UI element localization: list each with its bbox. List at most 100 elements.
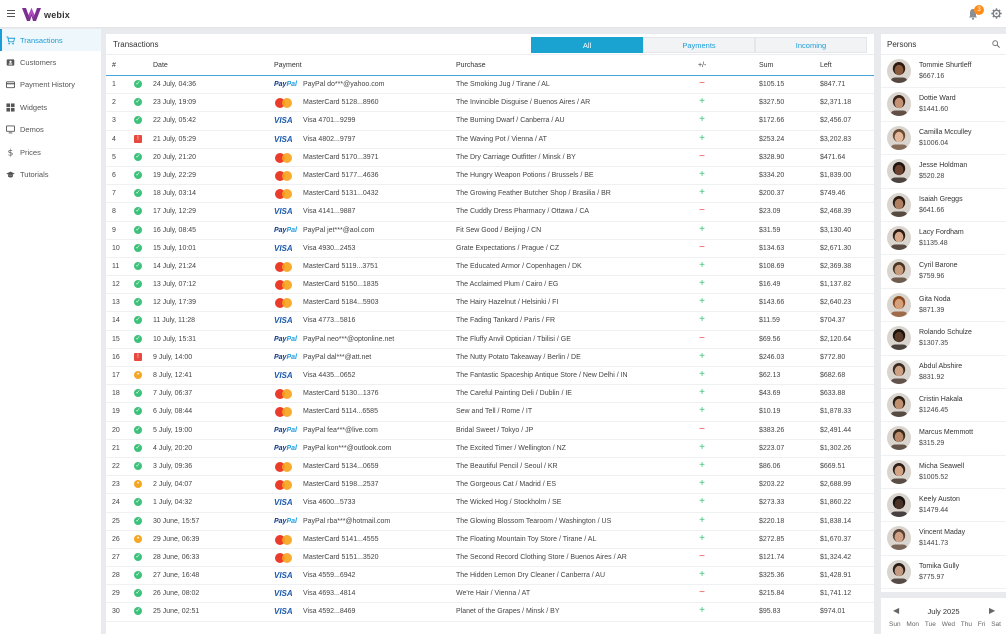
avatar (887, 493, 911, 518)
purchase-description: The Hungry Weapon Potions / Brussels / B… (456, 171, 594, 179)
table-row[interactable]: 3 ✓ 22 July, 05:42 VISA Visa 4701...9299 The … (106, 112, 874, 131)
person-item[interactable]: Marcus Memmott $315.29 (881, 422, 1006, 456)
plus-icon: + (699, 259, 705, 271)
grid-icon (6, 103, 15, 112)
search-icon[interactable] (992, 40, 1000, 48)
table-row[interactable]: 6 ✓ 19 July, 22:29 MasterCard 5177...4636 Th… (106, 167, 874, 186)
person-item[interactable]: Tomika Gully $775.97 (881, 556, 1006, 590)
table-row[interactable]: 10 ✓ 15 July, 10:01 VISA Visa 4930...2453 Gra… (106, 240, 874, 258)
table-row[interactable]: 11 ✓ 14 July, 21:24 MasterCard 5119...3751 T… (106, 258, 874, 277)
column-header-date[interactable]: Date (153, 62, 168, 69)
column-header-purchase[interactable]: Purchase (456, 62, 486, 69)
mastercard-logo-icon (274, 479, 298, 491)
sidebar-item-transactions[interactable]: Transactions (0, 29, 101, 52)
person-item[interactable]: Keely Auston $1479.44 (881, 489, 1006, 523)
avatar (887, 125, 911, 150)
table-row[interactable]: 22 ✓ 3 July, 09:36 MasterCard 5134...0659 Th… (106, 458, 874, 477)
balance-left: $1,137.82 (820, 281, 852, 289)
transaction-sum: $10.19 (759, 408, 781, 416)
sidebar-item-widgets[interactable]: Widgets (0, 96, 101, 118)
table-row[interactable]: 30 ✓ 25 June, 02:51 VISA Visa 4592...8469 Pla… (106, 603, 874, 622)
table-row[interactable]: 2 ✓ 23 July, 19:09 MasterCard 5128...8960 Th… (106, 94, 874, 113)
transaction-date: 14 July, 21:24 (153, 262, 197, 270)
table-row[interactable]: 28 ✓ 27 June, 16:48 VISA Visa 4559...6942 The… (106, 567, 874, 586)
table-row[interactable]: 14 ✓ 11 July, 11:28 VISA Visa 4773...5816 The… (106, 312, 874, 331)
purchase-description: The Dry Carriage Outfitter / Minsk / BY (456, 153, 576, 161)
weekday-label: Fri (977, 621, 986, 628)
plus-icon: + (699, 187, 705, 199)
person-item[interactable]: Gita Noda $871.39 (881, 289, 1006, 323)
person-item[interactable]: Lacy Fordham $1135.48 (881, 222, 1006, 256)
person-item[interactable]: Rolando Schulze $1307.35 (881, 322, 1006, 356)
table-row[interactable]: 8 ✓ 17 July, 12:29 VISA Visa 4141...9887 The … (106, 203, 874, 222)
person-item[interactable]: Cyril Barone $759.96 (881, 255, 1006, 289)
table-row[interactable]: 4! 21 July, 05:29 VISA Visa 4802...9797 The … (106, 131, 874, 149)
svg-text:$: $ (8, 148, 14, 156)
person-item[interactable]: Jesse Holdman $520.28 (881, 155, 1006, 189)
sidebar-item-tutorials[interactable]: Tutorials (0, 163, 101, 185)
status-error-icon: ! (134, 352, 142, 361)
table-row[interactable]: 7 ✓ 18 July, 03:14 MasterCard 5131...0432 Th… (106, 185, 874, 204)
row-number: 5 (112, 153, 116, 161)
table-row[interactable]: 23 • 2 July, 04:07 MasterCard 5198...2537 Th… (106, 476, 874, 495)
table-row[interactable]: 27 ✓ 28 June, 06:33 MasterCard 5151...3520 T… (106, 549, 874, 568)
column-header-left[interactable]: Left (820, 62, 832, 69)
table-row[interactable]: 13 ✓ 12 July, 17:39 MasterCard 5184...5903 T… (106, 294, 874, 313)
payment-method: PayPal fea***@live.com (303, 426, 378, 434)
person-item[interactable]: Isaiah Greggs $641.66 (881, 189, 1006, 222)
table-row[interactable]: 12 ✓ 13 July, 07:12 MasterCard 5150...1835 T… (106, 276, 874, 295)
tab-all[interactable]: All (531, 37, 643, 53)
person-item[interactable]: Micha Seawell $1005.52 (881, 456, 1006, 490)
payment-method: MasterCard 5198...2537 (303, 481, 379, 489)
table-row[interactable]: 15 ✓ 10 July, 15:31 PayPal PayPal neo***@opt… (106, 331, 874, 349)
table-row[interactable]: 17 • 8 July, 12:41 VISA Visa 4435...0652 The … (106, 367, 874, 386)
tab-incoming[interactable]: Incoming (755, 37, 867, 53)
status-success-icon: ✓ (134, 243, 142, 252)
balance-left: $471.64 (820, 153, 846, 161)
sidebar-item-prices[interactable]: $ Prices (0, 141, 101, 163)
table-row[interactable]: 5 ✓ 20 July, 21:20 MasterCard 5170...3971 Th… (106, 149, 874, 167)
column-header-payment[interactable]: Payment (274, 62, 302, 69)
table-row[interactable]: 18 ✓ 7 July, 06:37 MasterCard 5130...1376 Th… (106, 385, 874, 404)
person-item[interactable]: Camilla Mcculley $1006.04 (881, 122, 1006, 156)
column-header-sum[interactable]: Sum (759, 62, 773, 69)
table-row[interactable]: 1 ✓ 24 July, 04:36 PayPal PayPal do***@yahoo… (106, 76, 874, 95)
gear-icon[interactable] (991, 8, 1002, 19)
table-row[interactable]: 16! 9 July, 14:00 PayPal PayPal dal***@att.… (106, 349, 874, 367)
balance-left: $2,468.39 (820, 208, 852, 216)
avatar (887, 392, 911, 417)
paypal-logo-icon: PayPal (274, 426, 297, 434)
sidebar-item-payment-history[interactable]: Payment History (0, 74, 101, 96)
table-row[interactable]: 26 • 29 June, 06:39 MasterCard 5141...4555 T… (106, 531, 874, 549)
calendar-next-icon[interactable]: ▶ (989, 606, 995, 615)
hamburger-menu-icon[interactable] (7, 10, 15, 17)
column-header-plus-minus[interactable]: +/- (698, 62, 706, 69)
avatar (887, 225, 911, 250)
row-number: 28 (112, 572, 120, 580)
calendar-month[interactable]: July 2025 (881, 607, 1006, 616)
purchase-description: The Wicked Hog / Stockholm / SE (456, 499, 562, 507)
row-number: 20 (112, 426, 120, 434)
person-item[interactable]: Tommie Shurtleff $667.16 (881, 55, 1006, 89)
table-row[interactable]: 21 ✓ 4 July, 20:20 PayPal PayPal kon***@outl… (106, 440, 874, 458)
sidebar-item-customers[interactable]: Customers (0, 51, 101, 73)
table-row[interactable]: 20 ✓ 5 July, 19:00 PayPal PayPal fea***@live… (106, 422, 874, 440)
table-row[interactable]: 9 ✓ 16 July, 08:45 PayPal PayPal jet***@aol.… (106, 222, 874, 240)
table-row[interactable]: 24 ✓ 1 July, 04:32 VISA Visa 4600...5733 The … (106, 494, 874, 513)
tab-payments[interactable]: Payments (643, 37, 755, 53)
balance-left: $2,120.64 (820, 335, 852, 343)
person-item[interactable]: Abdul Abshire $831.92 (881, 356, 1006, 389)
table-row[interactable]: 29 ✓ 26 June, 08:02 VISA Visa 4693...4814 We'… (106, 585, 874, 604)
person-item[interactable]: Dottie Ward $1441.60 (881, 88, 1006, 122)
weekday-label: Sat (991, 621, 1001, 628)
purchase-description: The Gorgeous Cat / Madrid / ES (456, 481, 556, 489)
payment-method: MasterCard 5131...0432 (303, 190, 379, 198)
column-header-number[interactable]: # (112, 62, 116, 69)
payment-method: MasterCard 5150...1835 (303, 281, 379, 289)
person-item[interactable]: Vincent Maday $1441.73 (881, 522, 1006, 556)
person-name: Cristin Hakala (919, 395, 963, 403)
table-row[interactable]: 25 ✓ 30 June, 15:57 PayPal PayPal rba***@hot… (106, 513, 874, 531)
sidebar-item-demos[interactable]: Demos (0, 119, 101, 141)
table-row[interactable]: 19 ✓ 6 July, 08:44 MasterCard 5114...6585 Se… (106, 403, 874, 422)
person-item[interactable]: Cristin Hakala $1246.45 (881, 389, 1006, 423)
